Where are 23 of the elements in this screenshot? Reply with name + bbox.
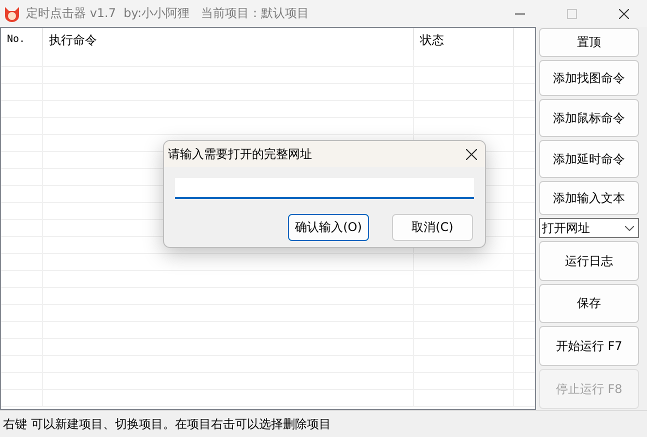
sidebar-button[interactable]: 置顶 bbox=[539, 28, 639, 57]
column-header[interactable]: 状态 bbox=[414, 28, 514, 53]
url-input-field[interactable] bbox=[175, 178, 474, 199]
chevron-down-icon bbox=[625, 226, 634, 230]
column-header[interactable]: No. bbox=[1, 28, 43, 53]
url-dropdown[interactable]: 打开网址 bbox=[539, 218, 639, 238]
sidebar-button[interactable]: 添加找图命令 bbox=[539, 60, 639, 96]
maximize-icon bbox=[567, 8, 577, 18]
sidebar-button[interactable]: 开始运行 F7 bbox=[539, 326, 639, 366]
dialog-title: 请输入需要打开的完整网址 bbox=[168, 146, 312, 162]
sidebar-button[interactable]: 添加输入文本 bbox=[539, 181, 639, 215]
close-icon bbox=[619, 8, 629, 18]
dialog-button[interactable]: 确认输入(O) bbox=[288, 214, 369, 241]
sidebar-button[interactable]: 添加鼠标命令 bbox=[539, 99, 639, 137]
dialog-button[interactable]: 取消(C) bbox=[392, 214, 473, 241]
column-header[interactable]: 执行命令 bbox=[43, 28, 414, 53]
window-title: 定时点击器 v1.7 by:小小阿狸 当前项目：默认项目 bbox=[26, 5, 310, 22]
sidebar-button[interactable]: 保存 bbox=[539, 284, 639, 323]
status-text: 右键 可以新建项目、切换项目。在项目右击可以选择删除项目 bbox=[0, 410, 647, 437]
fox-logo-icon bbox=[4, 6, 20, 22]
close-icon[interactable] bbox=[466, 148, 477, 160]
sidebar-button[interactable]: 添加延时命令 bbox=[539, 140, 639, 178]
sidebar-button[interactable]: 运行日志 bbox=[539, 241, 639, 281]
